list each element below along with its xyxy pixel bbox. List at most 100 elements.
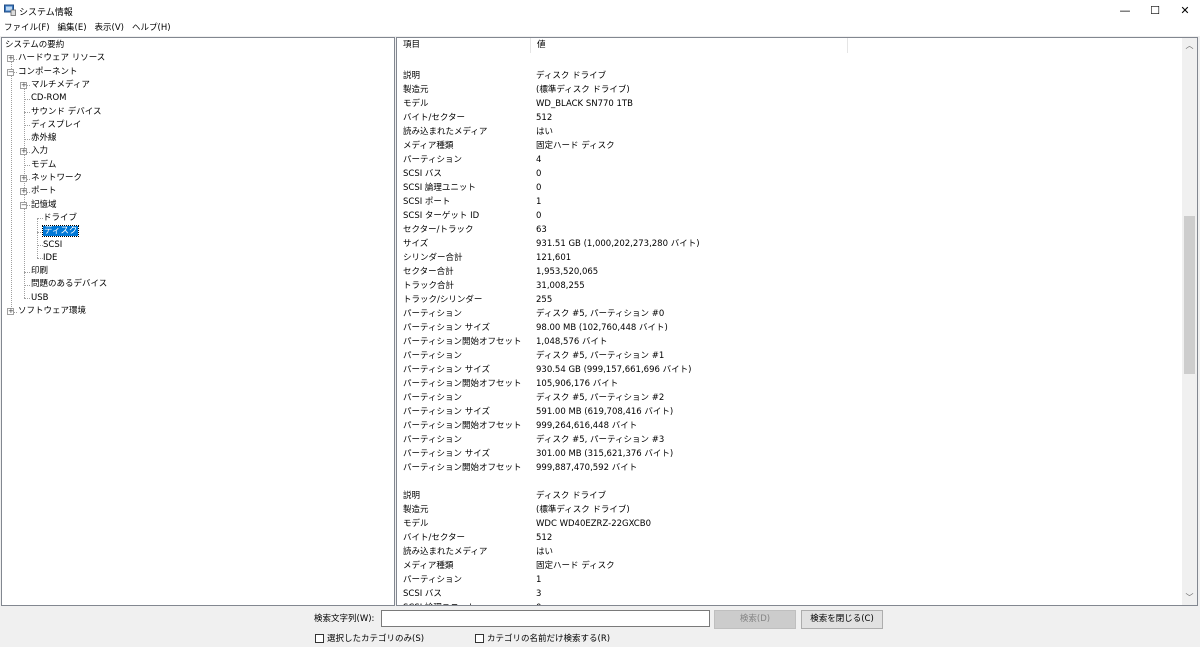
list-row[interactable]: トラック合計 31,008,255 bbox=[397, 279, 1182, 293]
minimize-button[interactable]: — bbox=[1110, 0, 1140, 21]
maximize-button[interactable]: ☐ bbox=[1140, 0, 1170, 21]
list-row[interactable]: SCSI バス 0 bbox=[397, 167, 1182, 181]
expand-icon[interactable]: + bbox=[20, 175, 27, 182]
tree-item[interactable]: SCSI bbox=[43, 239, 62, 252]
expand-icon[interactable]: + bbox=[7, 308, 14, 315]
scrollbar-thumb[interactable] bbox=[1184, 216, 1195, 374]
search-input[interactable] bbox=[381, 610, 710, 627]
tree-item[interactable]: 入力 bbox=[31, 145, 48, 158]
tree-connector-line bbox=[24, 138, 30, 140]
list-row[interactable]: パーティション開始オフセット 1,048,576 バイト bbox=[397, 335, 1182, 349]
list-row[interactable]: パーティション ディスク #5, パーティション #2 bbox=[397, 391, 1182, 405]
tree-item[interactable]: USB bbox=[31, 292, 48, 305]
expand-icon[interactable]: + bbox=[20, 148, 27, 156]
list-row[interactable]: パーティション ディスク #5, パーティション #3 bbox=[397, 433, 1182, 447]
tree-item[interactable]: ポート bbox=[31, 185, 57, 198]
checkbox-box[interactable] bbox=[315, 633, 324, 643]
tree-item[interactable]: 印刷 bbox=[31, 265, 48, 278]
expand-icon[interactable]: + bbox=[7, 55, 14, 63]
list-row[interactable]: 説明 ディスク ドライブ bbox=[397, 489, 1182, 503]
expand-icon[interactable]: + bbox=[20, 81, 27, 89]
list-row[interactable]: 読み込まれたメディア はい bbox=[397, 125, 1182, 139]
list-header: 項目 値 bbox=[397, 38, 1182, 53]
list-row[interactable]: パーティション ディスク #5, パーティション #1 bbox=[397, 349, 1182, 363]
list-row[interactable]: バイト/セクター 512 bbox=[397, 531, 1182, 545]
selected-category-only-checkbox[interactable]: 選択したカテゴリのみ(S) bbox=[315, 632, 424, 644]
tree-item[interactable]: CD-ROM bbox=[31, 92, 66, 105]
list-row[interactable]: モデル WD_BLACK SN770 1TB bbox=[397, 97, 1182, 111]
tree-item[interactable]: ドライブ bbox=[43, 212, 77, 225]
menu-help[interactable]: ヘルプ(H) bbox=[128, 21, 175, 36]
list-row[interactable]: パーティション サイズ 591.00 MB (619,708,416 バイト) bbox=[397, 405, 1182, 419]
tree-item[interactable]: コンポーネント bbox=[18, 66, 78, 79]
tree-item[interactable]: モデム bbox=[31, 159, 56, 172]
collapse-icon[interactable]: − bbox=[7, 68, 14, 76]
list-row[interactable]: SCSI 論理ユニット 0 bbox=[397, 181, 1182, 195]
list-row[interactable]: 説明 ディスク ドライブ bbox=[397, 69, 1182, 83]
row-item-value: 930.54 GB (999,157,661,696 バイト) bbox=[536, 365, 692, 375]
search-bar: 検索文字列(W): 検索(D) 検索を閉じる(C) 選択したカテゴリのみ(S) … bbox=[0, 607, 1200, 647]
checkbox-box[interactable] bbox=[475, 633, 484, 643]
column-header-item[interactable]: 項目 bbox=[397, 38, 531, 53]
list-row[interactable]: モデル WDC WD40EZRZ-22GXCB0 bbox=[397, 517, 1182, 531]
tree-item-label: 印刷 bbox=[31, 266, 49, 277]
list-row[interactable]: トラック/シリンダー 255 bbox=[397, 293, 1182, 307]
find-button[interactable]: 検索(D) bbox=[714, 610, 796, 629]
collapse-icon[interactable]: − bbox=[20, 201, 27, 209]
tree-item-label: システムの要約 bbox=[5, 40, 65, 50]
list-row[interactable]: 製造元 (標準ディスク ドライブ) bbox=[397, 503, 1182, 517]
list-row[interactable]: セクター/トラック 63 bbox=[397, 223, 1182, 237]
list-row[interactable]: SCSI ポート 1 bbox=[397, 195, 1182, 209]
scroll-up-icon[interactable]: ︿ bbox=[1182, 38, 1197, 53]
list-row[interactable]: SCSI バス 3 bbox=[397, 587, 1182, 601]
list-row[interactable]: パーティション 4 bbox=[397, 153, 1182, 167]
tree-item[interactable]: ディスプレイ bbox=[31, 119, 81, 132]
tree-item[interactable]: ネットワーク bbox=[31, 172, 82, 185]
list-row[interactable]: SCSI ターゲット ID 0 bbox=[397, 209, 1182, 223]
tree-item[interactable]: IDE bbox=[43, 252, 57, 265]
list-row[interactable]: サイズ 931.51 GB (1,000,202,273,280 バイト) bbox=[397, 237, 1182, 251]
tree-item[interactable]: システムの要約 bbox=[5, 39, 64, 52]
list-row[interactable]: パーティション サイズ 301.00 MB (315,621,376 バイト) bbox=[397, 447, 1182, 461]
tree-item[interactable]: サウンド デバイス bbox=[31, 106, 101, 119]
tree-item[interactable]: ディスク bbox=[41, 225, 80, 238]
list-row[interactable]: パーティション サイズ 98.00 MB (102,760,448 バイト) bbox=[397, 321, 1182, 335]
tree-item[interactable]: ソフトウェア環境 bbox=[18, 305, 86, 318]
list-row[interactable]: メディア種類 固定ハード ディスク bbox=[397, 139, 1182, 153]
list-row[interactable]: メディア種類 固定ハード ディスク bbox=[397, 559, 1182, 573]
menu-edit[interactable]: 編集(E) bbox=[54, 21, 91, 36]
tree-item[interactable]: マルチメディア bbox=[31, 79, 90, 92]
list-row[interactable]: パーティション開始オフセット 999,887,470,592 バイト bbox=[397, 461, 1182, 475]
vertical-scrollbar[interactable]: ︿ ﹀ bbox=[1182, 38, 1197, 605]
tree-item[interactable]: 赤外線 bbox=[31, 132, 57, 145]
list-row[interactable]: 製造元 (標準ディスク ドライブ) bbox=[397, 83, 1182, 97]
list-row[interactable]: パーティション サイズ 930.54 GB (999,157,661,696 バイ… bbox=[397, 363, 1182, 377]
list-row[interactable]: バイト/セクター 512 bbox=[397, 111, 1182, 125]
column-header-value[interactable]: 値 bbox=[531, 38, 848, 53]
row-item-name: パーティション bbox=[403, 393, 462, 403]
close-button[interactable]: ✕ bbox=[1170, 0, 1200, 21]
menu-file[interactable]: ファイル(F) bbox=[0, 21, 54, 36]
list-row[interactable]: パーティション開始オフセット 999,264,616,448 バイト bbox=[397, 419, 1182, 433]
scroll-down-icon[interactable]: ﹀ bbox=[1182, 590, 1197, 605]
list-row[interactable]: パーティション 1 bbox=[397, 573, 1182, 587]
list-row[interactable]: SCSI 論理ユニット 0 bbox=[397, 601, 1182, 605]
list-row[interactable]: 読み込まれたメディア はい bbox=[397, 545, 1182, 559]
close-find-button[interactable]: 検索を閉じる(C) bbox=[801, 610, 883, 629]
tree-item[interactable]: ハードウェア リソース bbox=[18, 52, 105, 65]
list-row[interactable]: セクター合計 1,953,520,065 bbox=[397, 265, 1182, 279]
tree-item[interactable]: 問題のあるデバイス bbox=[31, 278, 107, 291]
list-row[interactable]: パーティション ディスク #5, パーティション #0 bbox=[397, 307, 1182, 321]
menu-view[interactable]: 表示(V) bbox=[91, 21, 128, 36]
category-tree[interactable]: システムの要約 + ハードウェア リソース − コンポーネント + マルチメディア CD-RO… bbox=[1, 37, 395, 606]
tree-item-label: 問題のあるデバイス bbox=[31, 279, 108, 290]
list-row[interactable]: シリンダー合計 121,601 bbox=[397, 251, 1182, 265]
row-item-name: バイト/セクター bbox=[403, 113, 466, 123]
details-list[interactable]: 項目 値 説明 ディスク ドライブ 製造元 (標準ディスク ドライブ) モデル WD_BL… bbox=[396, 37, 1198, 606]
row-item-name: パーティション bbox=[403, 155, 462, 165]
list-row[interactable]: パーティション開始オフセット 105,906,176 バイト bbox=[397, 377, 1182, 391]
category-names-only-checkbox[interactable]: カテゴリの名前だけ検索する(R) bbox=[475, 632, 610, 644]
list-row[interactable] bbox=[397, 475, 1182, 489]
expand-icon[interactable]: + bbox=[20, 188, 27, 196]
tree-item[interactable]: 記憶域 bbox=[31, 199, 57, 212]
